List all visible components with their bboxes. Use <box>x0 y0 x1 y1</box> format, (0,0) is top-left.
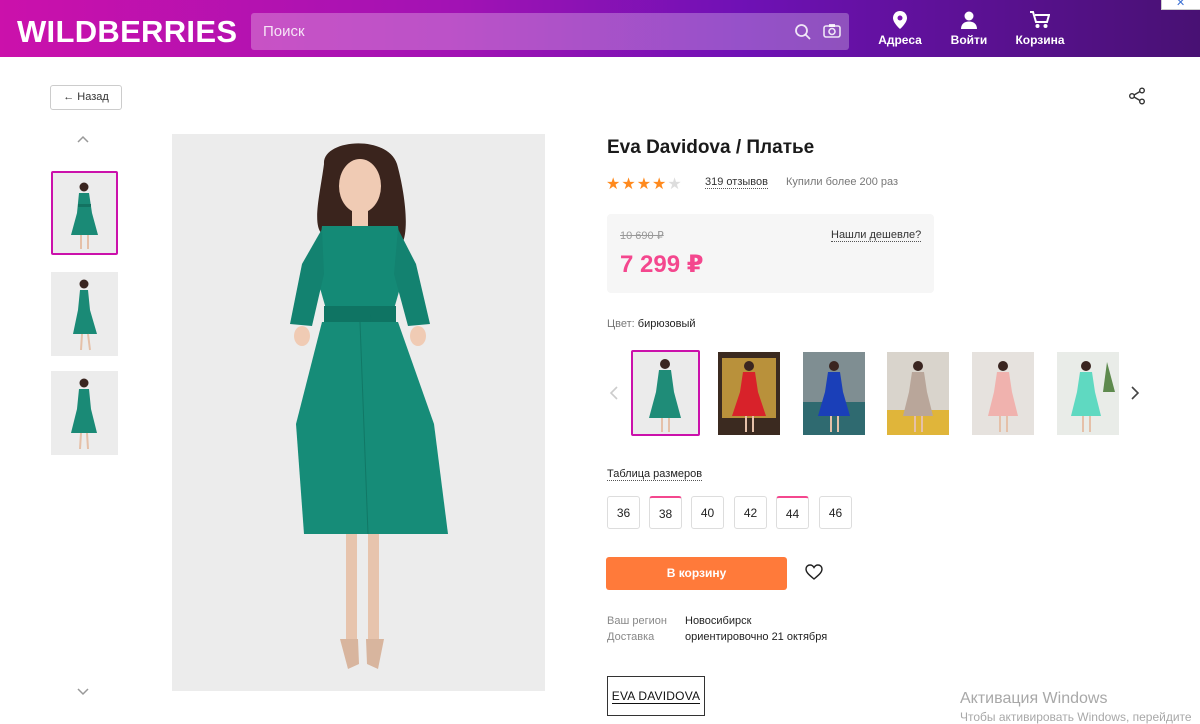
nav-cart-label: Корзина <box>1015 33 1065 47</box>
size-option-40[interactable]: 40 <box>691 496 724 529</box>
star-icon: ★ <box>652 176 667 193</box>
back-button[interactable]: ← Назад <box>50 85 122 110</box>
windows-activation-watermark: Активация Windows Чтобы активировать Win… <box>960 690 1192 724</box>
delivery-value: ориентировочно 21 октября <box>685 631 828 643</box>
color-variant-blue[interactable] <box>803 352 865 435</box>
delivery-label: Доставка <box>607 631 655 643</box>
nav-addresses[interactable]: Адреса <box>872 11 928 47</box>
star-icon: ★ <box>621 176 636 193</box>
size-option-44[interactable]: 44 <box>776 496 809 529</box>
site-logo[interactable]: WILDBERRIES <box>17 14 237 50</box>
search-input[interactable] <box>251 13 781 50</box>
product-title: Eva Davidova / Платье <box>607 137 815 158</box>
watermark-text: Чтобы активировать Windows, перейдите <box>960 710 1192 724</box>
color-variant-pink[interactable] <box>972 352 1034 435</box>
color-value: бирюзовый <box>637 318 696 330</box>
top-header: WILDBERRIES Адреса Войти Корзина <box>0 0 1200 57</box>
thumbnail-2[interactable] <box>51 272 118 356</box>
location-pin-icon <box>893 11 907 29</box>
color-variant-teal[interactable] <box>631 350 700 436</box>
add-to-cart-button[interactable]: В корзину <box>606 557 787 590</box>
color-label: Цвет: бирюзовый <box>607 318 696 330</box>
reviews-link[interactable]: 319 отзывов <box>705 176 768 189</box>
window-close-strip[interactable]: ✕ <box>1161 0 1200 10</box>
nav-login[interactable]: Войти <box>941 11 997 47</box>
nav-addresses-label: Адреса <box>878 33 922 47</box>
color-key: Цвет: <box>607 318 635 330</box>
watermark-title: Активация Windows <box>960 690 1108 707</box>
share-icon[interactable] <box>1128 87 1146 110</box>
color-variant-beige[interactable] <box>887 352 949 435</box>
price-box: 10 690 ₽ 7 299 ₽ Нашли дешевле? <box>607 214 934 293</box>
size-table-link[interactable]: Таблица размеров <box>607 468 703 481</box>
region-label: Ваш регион <box>607 615 667 627</box>
brand-name: EVA DAVIDOVA <box>611 689 701 704</box>
rating-stars: ★★★★★ <box>606 174 683 194</box>
chevron-left-icon[interactable] <box>609 385 619 406</box>
color-variant-red[interactable] <box>718 352 780 435</box>
chevron-up-icon[interactable] <box>76 131 90 149</box>
star-icon: ★ <box>636 176 652 193</box>
thumbnail-3[interactable] <box>51 371 118 455</box>
current-price: 7 299 ₽ <box>620 251 704 278</box>
nav-login-label: Войти <box>950 33 988 47</box>
search-icon[interactable] <box>794 23 812 46</box>
close-icon[interactable]: ✕ <box>1176 0 1185 9</box>
cart-icon <box>1030 11 1050 28</box>
star-icon: ★ <box>606 176 621 193</box>
search-bar[interactable] <box>251 13 849 50</box>
thumbnail-1[interactable] <box>51 171 118 255</box>
found-cheaper-link[interactable]: Нашли дешевле? <box>831 229 922 242</box>
size-option-46[interactable]: 46 <box>819 496 852 529</box>
color-variant-mint[interactable] <box>1057 352 1119 435</box>
nav-cart[interactable]: Корзина <box>1012 11 1068 47</box>
star-empty-icon: ★ <box>667 176 682 193</box>
bought-count: Купили более 200 раз <box>786 176 899 188</box>
chevron-down-icon[interactable] <box>76 684 90 702</box>
brand-logo[interactable]: EVA DAVIDOVA <box>607 676 705 716</box>
heart-icon[interactable] <box>805 564 823 585</box>
old-price: 10 690 ₽ <box>620 230 664 242</box>
camera-icon[interactable] <box>823 23 841 44</box>
main-product-photo[interactable] <box>172 134 545 691</box>
user-icon <box>961 11 977 29</box>
region-value[interactable]: Новосибирск <box>685 615 751 627</box>
chevron-right-icon[interactable] <box>1130 385 1140 406</box>
size-option-38[interactable]: 38 <box>649 496 682 529</box>
size-option-42[interactable]: 42 <box>734 496 767 529</box>
size-option-36[interactable]: 36 <box>607 496 640 529</box>
